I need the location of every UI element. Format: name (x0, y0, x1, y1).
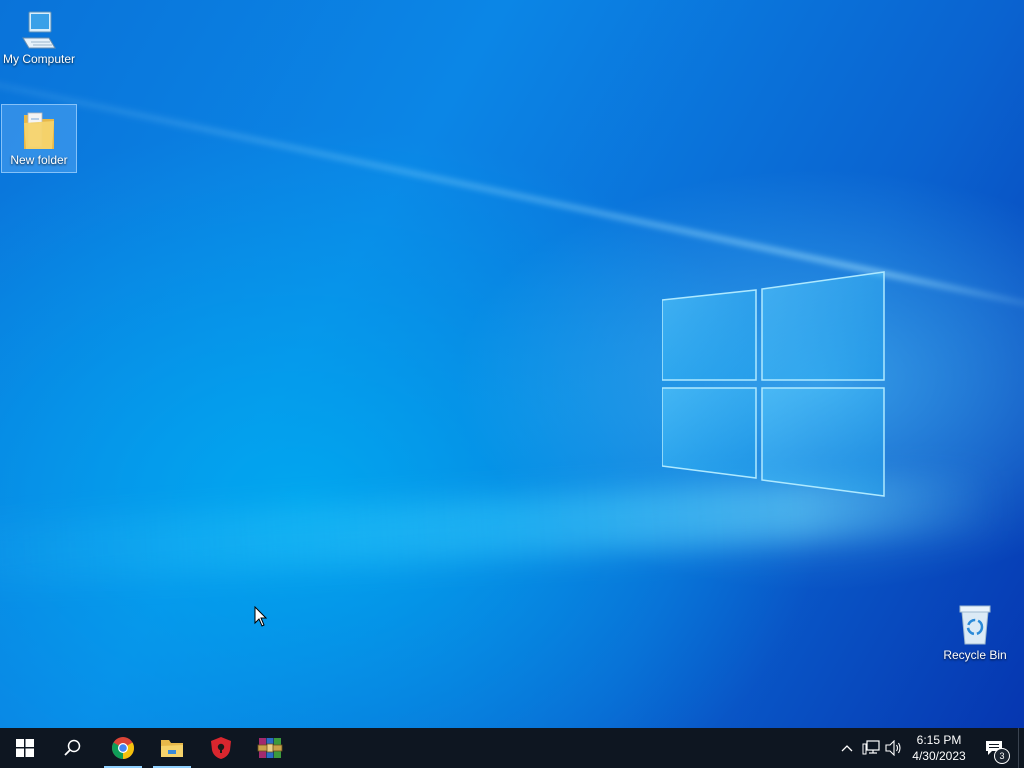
desktop-icon-label: Recycle Bin (943, 648, 1007, 662)
search-button[interactable] (49, 728, 95, 768)
network-icon (862, 740, 880, 755)
chevron-up-icon (841, 745, 853, 752)
action-center-button[interactable]: 3 (976, 728, 1012, 768)
clock-time: 6:15 PM (916, 733, 962, 747)
taskbar-app-chrome[interactable] (100, 728, 146, 768)
mouse-cursor-icon (254, 606, 268, 627)
taskbar-clock[interactable]: 6:15 PM 4/30/2023 (906, 728, 972, 768)
taskbar-app-security[interactable] (198, 728, 244, 768)
shield-icon (211, 737, 231, 759)
network-button[interactable] (860, 728, 882, 768)
taskbar-app-winrar[interactable] (247, 728, 293, 768)
desktop-icon-new-folder[interactable]: New folder (1, 104, 77, 173)
volume-icon (885, 740, 901, 756)
folder-icon (161, 740, 183, 757)
start-button[interactable] (2, 728, 48, 768)
computer-icon (22, 11, 56, 49)
clock-date: 4/30/2023 (912, 749, 966, 763)
recycle-bin-icon (959, 605, 991, 645)
taskbar: 6:15 PM 4/30/2023 3 (0, 728, 1024, 768)
wallpaper-windows-logo (662, 271, 885, 497)
desktop-icon-recycle-bin[interactable]: Recycle Bin (937, 600, 1013, 670)
desktop-icon-my-computer[interactable]: My Computer (1, 8, 77, 74)
winrar-icon (257, 738, 283, 758)
search-icon (64, 739, 81, 756)
folder-icon (24, 112, 54, 149)
notification-count-badge: 3 (994, 748, 1010, 764)
desktop-icon-label: New folder (10, 153, 68, 167)
show-hidden-icons-button[interactable] (836, 728, 858, 768)
taskbar-app-file-explorer[interactable] (149, 728, 195, 768)
windows-logo-icon (16, 739, 34, 757)
desktop-icon-label: My Computer (2, 52, 76, 66)
desktop[interactable]: My Computer New folder Recycle Bin (0, 0, 1024, 728)
volume-button[interactable] (883, 728, 905, 768)
chrome-icon (112, 737, 134, 759)
show-desktop-button[interactable] (1018, 728, 1024, 768)
